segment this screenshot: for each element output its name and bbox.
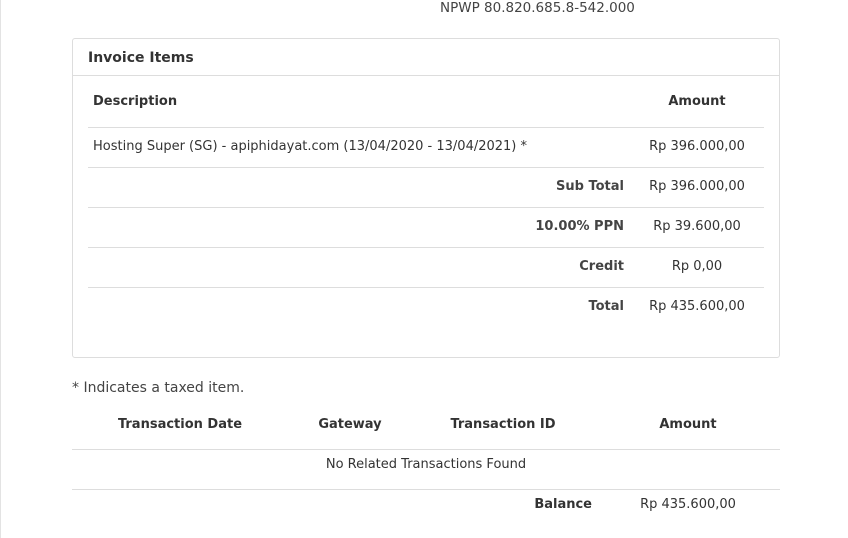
credit-row: Credit Rp 0,00: [88, 248, 764, 288]
table-row: Hosting Super (SG) - apiphidayat.com (13…: [88, 128, 764, 168]
balance-row: Balance Rp 435.600,00: [72, 490, 780, 530]
total-amount: Rp 435.600,00: [649, 299, 745, 314]
transactions-table: Transaction Date Gateway Transaction ID …: [72, 410, 780, 530]
transactions-header-row: Transaction Date Gateway Transaction ID …: [72, 410, 780, 450]
subtotal-row: Sub Total Rp 396.000,00: [88, 168, 764, 208]
column-header-amount: Amount: [659, 417, 717, 432]
invoice-items-table: Description Amount Hosting Super (SG) - …: [88, 89, 764, 328]
column-header-description: Description: [93, 94, 178, 109]
taxed-item-note: * Indicates a taxed item.: [72, 380, 245, 396]
table-header-row: Description Amount: [88, 89, 764, 128]
item-description: Hosting Super (SG) - apiphidayat.com (13…: [93, 139, 528, 154]
left-border: [0, 0, 1, 538]
column-header-amount: Amount: [668, 94, 726, 109]
credit-label: Credit: [579, 259, 624, 274]
tax-label: 10.00% PPN: [535, 219, 624, 234]
column-header-transaction-date: Transaction Date: [117, 417, 243, 432]
balance-amount: Rp 435.600,00: [640, 497, 736, 512]
balance-label: Balance: [534, 497, 592, 512]
subtotal-amount: Rp 396.000,00: [649, 179, 745, 194]
invoice-items-panel: Invoice Items Description Amount Hosting…: [72, 38, 780, 358]
empty-transactions-row: No Related Transactions Found: [72, 450, 780, 490]
tax-id-npwp: NPWP 80.820.685.8-542.000: [440, 0, 635, 16]
tax-amount: Rp 39.600,00: [653, 219, 741, 234]
column-header-transaction-id: Transaction ID: [450, 417, 556, 432]
total-row: Total Rp 435.600,00: [88, 288, 764, 328]
credit-amount: Rp 0,00: [671, 259, 723, 274]
item-amount: Rp 396.000,00: [649, 139, 745, 154]
column-header-gateway: Gateway: [318, 417, 382, 432]
panel-title: Invoice Items: [73, 39, 779, 76]
tax-row: 10.00% PPN Rp 39.600,00: [88, 208, 764, 248]
no-transactions-message: No Related Transactions Found: [325, 457, 527, 472]
subtotal-label: Sub Total: [556, 179, 624, 194]
total-label: Total: [588, 299, 624, 314]
